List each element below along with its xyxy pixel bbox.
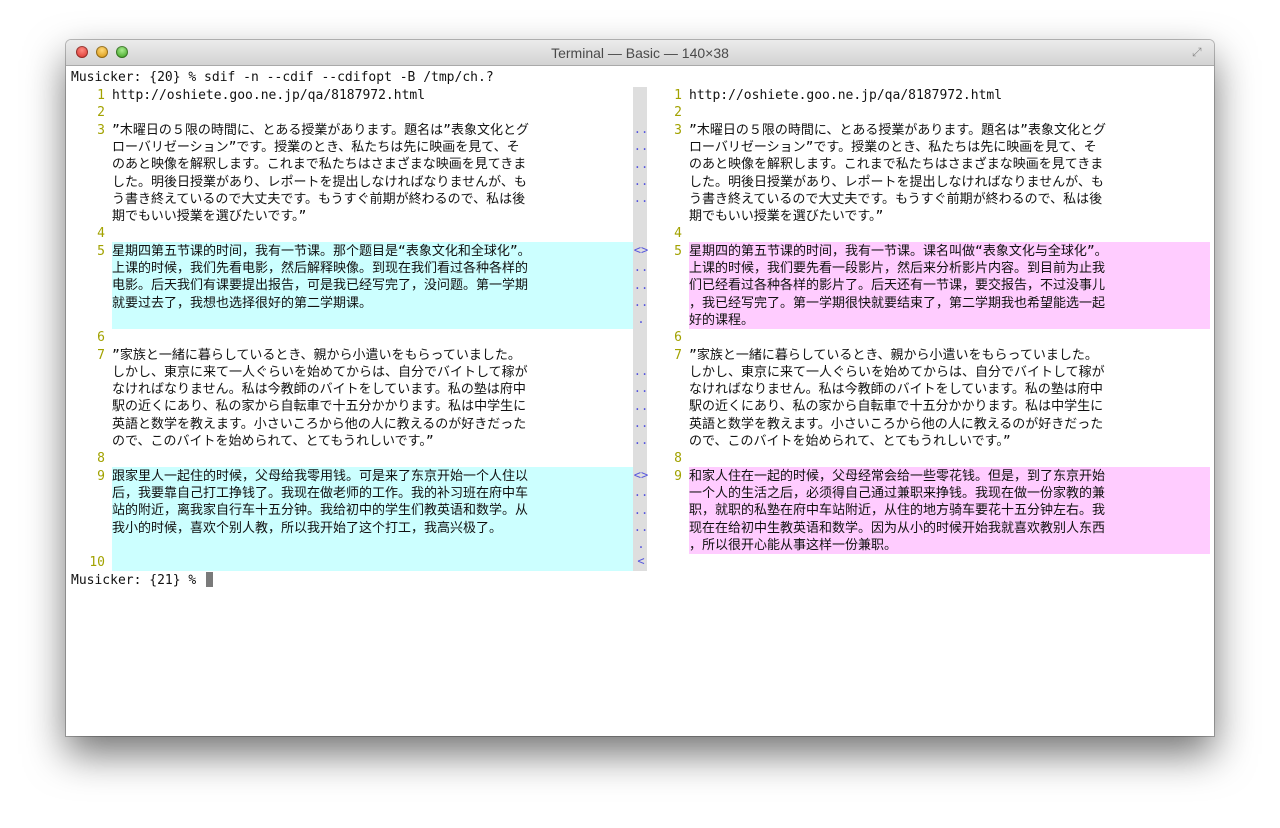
window-title: Terminal — Basic — 140×38 — [551, 45, 729, 61]
diff-line-text: http://oshiete.goo.ne.jp/qa/8187972.html — [689, 88, 1003, 103]
terminal-content[interactable]: Musicker: {20} % sdif -n --cdif --cdifop… — [71, 69, 1211, 729]
line-number: 8 — [97, 451, 105, 467]
gutter-mark: . — [637, 312, 645, 327]
diff-line-text: 站的附近，离我家自行车十五分钟。我给初中的学生们教英语和数学。从 — [112, 503, 529, 519]
diff-line-text: ”家族と一緒に暮らしているとき、親から小遣いをもらっていました。 — [689, 347, 1098, 363]
diff-line-text: なければなりません。私は今教師のバイトをしています。私の塾は府中 — [689, 382, 1103, 398]
diff-line-text: 一个人的生活之后，必须得自己通过兼职来挣钱。我现在做一份家教的兼 — [689, 485, 1106, 501]
gutter-mark: < — [637, 554, 645, 569]
diff-line-text: ローバリゼーション”です。授業のとき、私たちは先に映画を見て、そ — [112, 139, 520, 155]
diff-line-text: ので、このバイトを始められて、とてもうれしいです。” — [112, 434, 434, 449]
diff-line-text: 就要过去了，我想也选择很好的第二学期课。 — [112, 295, 373, 311]
command-line: Musicker: {20} % sdif -n --cdif --cdifop… — [71, 70, 494, 85]
line-number: 6 — [674, 330, 682, 346]
diff-line-text: ，我已经写完了。第一学期很快就要结束了，第二学期我也希望能选一起 — [689, 295, 1106, 311]
line-number: 2 — [97, 105, 105, 121]
diff-line-text: 上课的时候，我们要先看一段影片，然后来分析影片内容。到目前为止我 — [689, 261, 1106, 276]
diff-line-text: 后，我要靠自己打工挣钱了。我现在做老师的工作。我的补习班在府中车 — [112, 485, 529, 501]
line-number: 9 — [97, 468, 105, 484]
line-number: 3 — [674, 122, 682, 138]
line-number: 3 — [97, 122, 105, 138]
diff-line-text: 駅の近くにあり、私の家から自転車で十五分かかります。私は中学生に — [112, 399, 527, 415]
diff-line-text: した。明後日授業があり、レポートを提出しなければなりませんが、も — [689, 174, 1104, 190]
final-prompt: Musicker: {21} % — [71, 573, 197, 588]
line-number: 4 — [97, 226, 105, 242]
diff-line-text: 职，就职的私塾在府中车站附近，从住的地方骑车要花十五分钟左右。我 — [689, 503, 1106, 519]
diff-line-text: う書き終えているので大丈夫です。もうすぐ前期が終わるので、私は後 — [112, 191, 526, 207]
line-number: 1 — [97, 88, 105, 103]
line-number: 5 — [674, 243, 682, 259]
diff-line-text: した。明後日授業があり、レポートを提出しなければなりませんが、も — [112, 174, 527, 190]
diff-line-text: ”家族と一緒に暮らしているとき、親から小遣いをもらっていました。 — [112, 347, 521, 363]
diff-line-text: ”木曜日の５限の時間に、とある授業があります。題名は”表象文化とグ — [112, 122, 529, 138]
diff-line-text: 我小的时候，喜欢个别人教，所以我开始了这个打工，我高兴极了。 — [112, 520, 503, 536]
gutter-mark: . — [637, 537, 645, 552]
diff-line-text: 駅の近くにあり、私の家から自転車で十五分かかります。私は中学生に — [689, 399, 1104, 415]
diff-line-text: ”木曜日の５限の時間に、とある授業があります。題名は”表象文化とグ — [689, 122, 1106, 138]
diff-line-text: 上课的时候，我们先看电影，然后解释映像。到现在我们看过各种各样的 — [112, 261, 529, 276]
fullscreen-arrows-icon[interactable]: ⤢ — [1192, 45, 1206, 59]
diff-line-text: 星期四第五节课的时间，我有一节课。那个题目是“表象文化和全球化”。 — [112, 243, 531, 259]
diff-line-text: 期でもいい授業を選びたいです。” — [112, 209, 307, 225]
diff-line-text: 和家人住在一起的时候，父母经常会给一些零花钱。但是，到了东京开始 — [689, 468, 1106, 484]
terminal-window: Terminal — Basic — 140×38 ⤢ Musicker: {2… — [66, 40, 1214, 736]
line-number: 6 — [97, 330, 105, 346]
diff-line-text: しかし、東京に来て一人ぐらいを始めてからは、自分でバイトして稼が — [689, 364, 1105, 380]
line-number: 2 — [674, 105, 682, 121]
diff-line-text: 星期四的第五节课的时间，我有一节课。课名叫做“表象文化与全球化”。 — [689, 243, 1108, 259]
diff-line-text: 电影。后天我们有课要提出报告，可是我已经写完了，没问题。第一学期 — [112, 278, 529, 294]
diff-line-text: ローバリゼーション”です。授業のとき、私たちは先に映画を見て、そ — [689, 139, 1097, 155]
line-number: 5 — [97, 243, 105, 259]
diff-line-text: http://oshiete.goo.ne.jp/qa/8187972.html — [112, 88, 426, 103]
line-number: 10 — [89, 555, 105, 571]
diff-line-text: のあと映像を解釈します。これまで私たちはさまざまな映画を見てきま — [112, 157, 527, 173]
diff-line-text: 跟家里人一起住的时候，父母给我零用钱。可是来了东京开始一个人住以 — [112, 468, 529, 484]
title-bar[interactable]: Terminal — Basic — 140×38 ⤢ — [66, 40, 1214, 66]
diff-line-text: のあと映像を解釈します。これまで私たちはさまざまな映画を見てきま — [689, 157, 1104, 173]
diff-line-text: 现在在给初中生教英语和数学。因为从小的时候开始我就喜欢教别人东西 — [689, 520, 1106, 536]
line-number: 9 — [674, 468, 682, 484]
diff-line-text: 英語と数学を教えます。小さいころから他の人に教えるのが好きだった — [112, 416, 527, 432]
diff-line-text: しかし、東京に来て一人ぐらいを始めてからは、自分でバイトして稼が — [112, 364, 528, 380]
diff-line-text: 好的课程。 — [689, 312, 755, 328]
diff-line-text: ，所以很开心能从事这样一份兼职。 — [689, 537, 898, 553]
diff-line-text: なければなりません。私は今教師のバイトをしています。私の塾は府中 — [112, 382, 526, 398]
line-number: 1 — [674, 88, 682, 103]
line-number: 7 — [97, 347, 105, 363]
final-prompt-line[interactable]: Musicker: {21} % — [71, 572, 214, 589]
text-cursor — [206, 572, 214, 587]
diff-line-text: 期でもいい授業を選びたいです。” — [689, 209, 884, 225]
diff-line-text: 英語と数学を教えます。小さいころから他の人に教えるのが好きだった — [689, 416, 1104, 432]
line-number: 4 — [674, 226, 682, 242]
diff-line-text: ので、このバイトを始められて、とてもうれしいです。” — [689, 434, 1011, 449]
diff-line-text: う書き終えているので大丈夫です。もうすぐ前期が終わるので、私は後 — [689, 191, 1103, 207]
line-number: 7 — [674, 347, 682, 363]
line-number: 8 — [674, 451, 682, 467]
diff-line-text: 们已经看过各种各样的影片了。后天还有一节课，要交报告，不过没事儿 — [689, 278, 1106, 294]
